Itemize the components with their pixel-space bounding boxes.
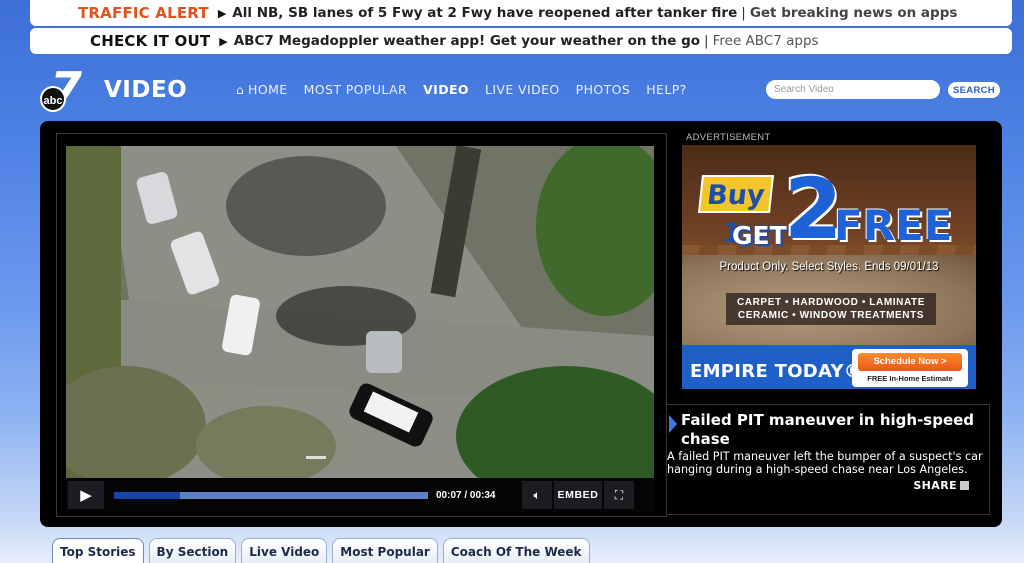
alert-text[interactable]: ABC7 Megadoppler weather app! Get your w…: [234, 33, 700, 49]
alert-tag: TRAFFIC ALERT: [78, 4, 209, 22]
ad-buy-text: Buy 1: [698, 175, 774, 249]
video-panel: ▶ 00:07 / 00:34 🔈︎ EMBED ⛶ ADVERTISEMENT…: [40, 121, 1002, 527]
nav-label: VIDEO: [423, 82, 469, 97]
search-button[interactable]: SEARCH: [948, 82, 1000, 98]
ad-categories-line: CERAMIC • WINDOW TREATMENTS: [737, 310, 925, 321]
home-icon: ⌂: [236, 82, 245, 97]
ad-brand: EMPIRE TODAY®: [690, 361, 863, 382]
tab-most-popular[interactable]: Most Popular: [332, 538, 438, 563]
tab-coach-of-the-week[interactable]: Coach Of The Week: [442, 538, 590, 563]
nav-item-home[interactable]: ⌂ HOME: [236, 82, 288, 97]
arrow-right-icon: ▶: [217, 6, 227, 20]
search-input[interactable]: [766, 80, 940, 99]
nav-label: HELP?: [646, 82, 687, 97]
fullscreen-icon[interactable]: ⛶: [604, 481, 634, 509]
share-button[interactable]: SHARE: [913, 479, 969, 492]
video-frame[interactable]: [66, 146, 654, 478]
ad-get-text: GET: [732, 221, 787, 250]
main-nav: ⌂ HOME MOST POPULAR VIDEO LIVE VIDEO PHO…: [236, 82, 703, 97]
alert-separator: |: [704, 33, 709, 49]
ad-footer: EMPIRE TODAY® Schedule Now > FREE In-Hom…: [682, 345, 976, 389]
nav-label: LIVE VIDEO: [484, 82, 560, 97]
nav-item-video[interactable]: VIDEO: [423, 82, 469, 97]
video-player: ▶ 00:07 / 00:34 🔈︎ EMBED ⛶: [56, 133, 667, 517]
progress-bar[interactable]: [114, 491, 428, 499]
volume-icon[interactable]: 🔈︎: [522, 481, 552, 509]
ad-cta-subtext: FREE In-Home Estimate: [867, 374, 953, 383]
check-it-out-bar[interactable]: CHECK IT OUT ▶ ABC7 Megadoppler weather …: [30, 28, 1012, 54]
video-caption: Failed PIT maneuver in high-speed chase …: [666, 404, 990, 515]
abc7-logo[interactable]: 7 abc: [40, 66, 92, 112]
nav-item-most-popular[interactable]: MOST POPULAR: [304, 82, 408, 97]
nav-label: MOST POPULAR: [303, 82, 408, 97]
alert-link[interactable]: Free ABC7 apps: [713, 33, 819, 49]
schedule-now-button[interactable]: Schedule Now >: [858, 353, 962, 371]
player-controls: ▶ 00:07 / 00:34 🔈︎ EMBED ⛶: [66, 478, 654, 512]
ad-free-text: FREE: [834, 201, 953, 250]
video-description: A failed PIT maneuver left the bumper of…: [667, 450, 983, 476]
arrow-right-icon: ▶: [219, 34, 228, 48]
nav-item-photos[interactable]: PHOTOS: [576, 82, 631, 97]
share-label: SHARE: [913, 479, 957, 492]
video-tabs: Top Stories By Section Live Video Most P…: [52, 538, 590, 563]
nav-item-live-video[interactable]: LIVE VIDEO: [485, 82, 560, 97]
tab-top-stories[interactable]: Top Stories: [52, 538, 144, 563]
ad-label: ADVERTISEMENT: [686, 132, 771, 143]
ad-categories: CARPET • HARDWOOD • LAMINATE CERAMIC • W…: [726, 293, 936, 325]
section-title: VIDEO: [104, 77, 188, 103]
logo-abc: abc: [40, 86, 66, 112]
embed-button[interactable]: EMBED: [554, 481, 602, 509]
progress-fill: [114, 491, 180, 499]
tab-live-video[interactable]: Live Video: [241, 538, 328, 563]
ad-fine-print: Product Only. Select Styles. Ends 09/01/…: [719, 261, 939, 273]
nav-label: HOME: [248, 82, 288, 97]
timecode: 00:07 / 00:34: [436, 489, 496, 501]
nav-label: PHOTOS: [575, 82, 631, 97]
share-icon: [960, 481, 969, 490]
alert-text[interactable]: All NB, SB lanes of 5 Fwy at 2 Fwy have …: [232, 5, 737, 21]
traffic-alert-bar[interactable]: TRAFFIC ALERT ▶ All NB, SB lanes of 5 Fw…: [30, 0, 1012, 26]
ad-categories-line: CARPET • HARDWOOD • LAMINATE: [736, 297, 926, 308]
alert-separator: |: [741, 5, 746, 21]
play-icon[interactable]: ▶: [68, 481, 104, 509]
video-title: Failed PIT maneuver in high-speed chase: [681, 411, 975, 448]
video-still-image: [66, 146, 654, 478]
alert-link[interactable]: Get breaking news on apps: [750, 5, 958, 21]
tab-by-section[interactable]: By Section: [148, 538, 237, 563]
caption-arrow-icon: [669, 415, 677, 433]
alert-tag: CHECK IT OUT: [90, 32, 211, 50]
ad-cta-box[interactable]: Schedule Now > FREE In-Home Estimate: [852, 349, 968, 387]
nav-item-help[interactable]: HELP?: [646, 82, 686, 97]
advertisement[interactable]: Buy 1 GET 2 FREE Product Only. Select St…: [682, 145, 976, 389]
